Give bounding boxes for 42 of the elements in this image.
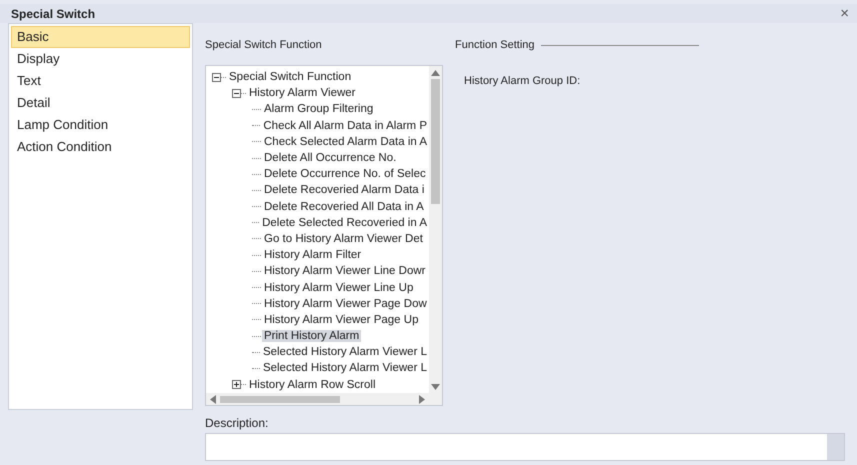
tree-item[interactable]: History Alarm Viewer Line Dowr [262, 265, 428, 278]
collapse-icon[interactable] [212, 72, 221, 82]
scroll-left-icon[interactable] [210, 394, 216, 404]
description-label: Description: [205, 416, 270, 430]
description-field[interactable] [205, 433, 845, 461]
tree-item[interactable]: Print History Alarm [262, 330, 362, 342]
scroll-up-icon[interactable] [431, 70, 440, 76]
tree-item[interactable]: History Alarm Viewer [247, 87, 358, 100]
tree-item[interactable]: Delete Selected Recoveried in A [260, 216, 429, 229]
scroll-down-icon[interactable] [431, 384, 440, 390]
close-button[interactable]: × [840, 5, 849, 22]
collapse-icon[interactable] [232, 88, 241, 98]
tree-item[interactable]: Check Selected Alarm Data in A [262, 136, 429, 148]
tree-item[interactable]: History Alarm Viewer Page Dow [262, 298, 429, 310]
window-title: Special Switch [11, 6, 96, 20]
tree-item[interactable]: Go to History Alarm Viewer Det [262, 232, 425, 245]
scroll-right-icon[interactable] [419, 394, 425, 404]
tree-item[interactable]: Special Switch Function [227, 71, 354, 84]
tree-item[interactable]: Check All Alarm Data in Alarm P [261, 120, 429, 132]
tree-item[interactable]: Delete Recoveried Alarm Data i [262, 184, 426, 196]
expand-icon[interactable] [232, 380, 241, 390]
tree-item[interactable]: Delete Recoveried All Data in A [262, 200, 426, 213]
vertical-scrollbar[interactable] [429, 66, 442, 393]
tree-item[interactable]: Delete Occurrence No. of Selec [262, 168, 428, 180]
sidebar-item[interactable]: Lamp Condition [11, 114, 190, 136]
sidebar-item[interactable]: Action Condition [11, 136, 190, 158]
tree-item[interactable]: History Alarm Viewer Page Up [262, 314, 420, 326]
sidebar-item[interactable]: Display [11, 48, 190, 70]
tree-item[interactable]: History Alarm Row Scroll [247, 378, 378, 391]
tree-item[interactable]: History Alarm Filter [262, 249, 364, 262]
section-title: Special Switch Function [205, 39, 322, 51]
section-title: Function Setting [455, 39, 534, 51]
tree-item[interactable]: Delete All Occurrence No. [262, 152, 398, 164]
tree-item[interactable]: Selected History Alarm Viewer L [260, 346, 429, 358]
field-label: History Alarm Group ID: [464, 75, 582, 87]
tree-item[interactable]: Selected History Alarm Viewer L [260, 362, 429, 374]
tree-item[interactable]: Alarm Group Filtering [262, 103, 376, 116]
sidebar-item[interactable]: Basic [11, 26, 190, 48]
sidebar-item[interactable]: Text [11, 70, 190, 92]
tree-item[interactable]: History Alarm Viewer Line Up [262, 282, 416, 294]
horizontal-scrollbar[interactable] [206, 393, 429, 405]
sidebar-item[interactable]: Detail [11, 92, 190, 114]
